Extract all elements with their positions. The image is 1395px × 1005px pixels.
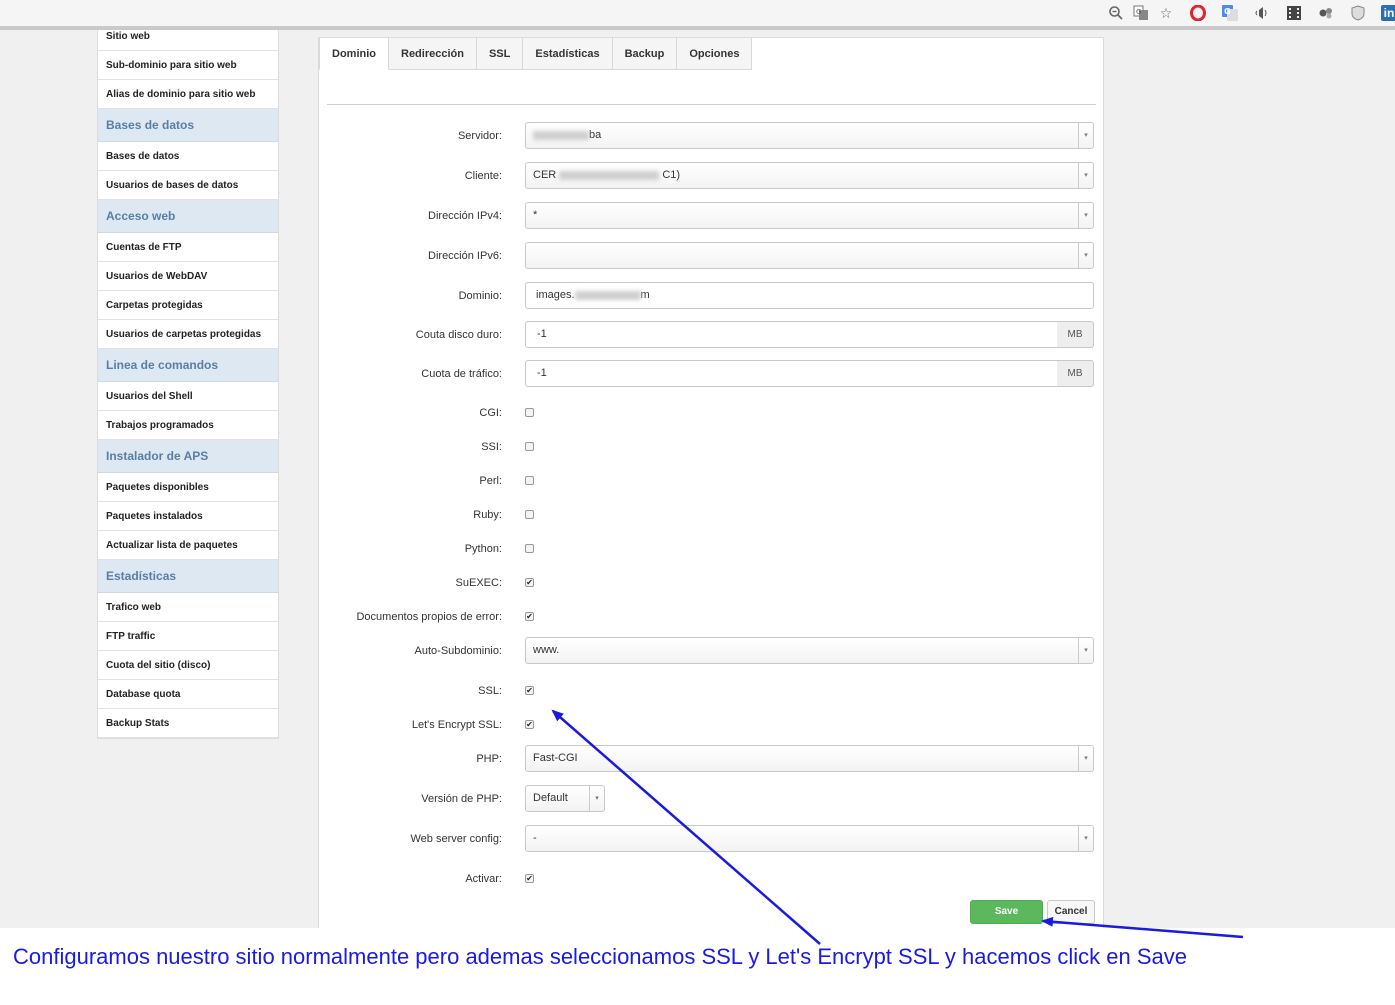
annotation-arrows (551, 709, 1244, 945)
annotation-arrow-ssl (551, 709, 821, 945)
annotation-arrow-save (1041, 916, 1244, 939)
